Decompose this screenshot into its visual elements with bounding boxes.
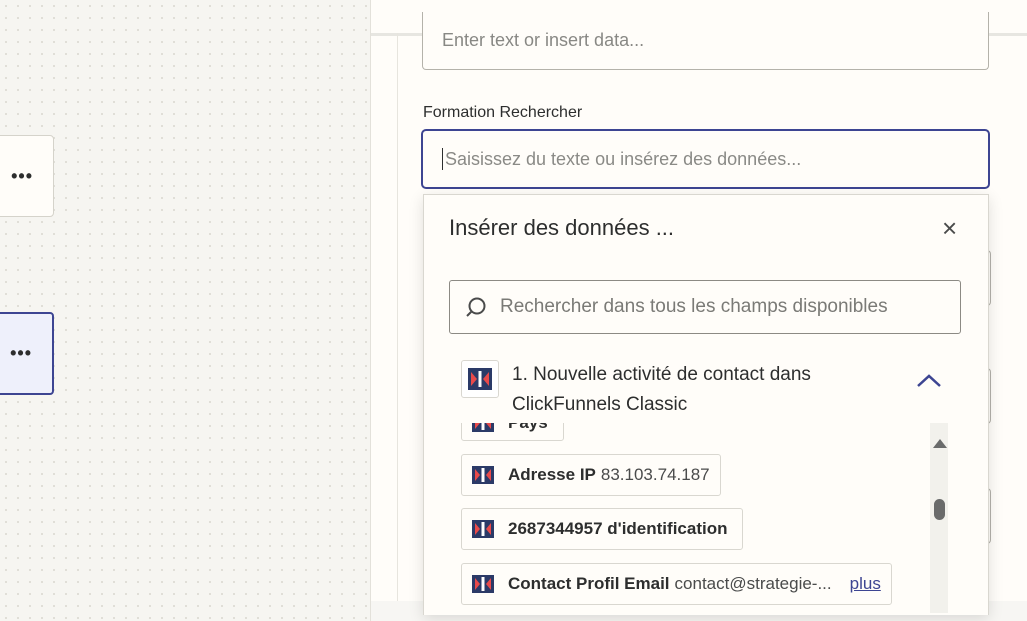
clickfunnels-logo-icon — [470, 423, 496, 434]
data-source-title: 1. Nouvelle activité de contact dans Cli… — [512, 364, 811, 415]
data-field-pill[interactable]: Contact Profil Email contact@strategie-.… — [461, 563, 892, 605]
clickfunnels-logo-icon — [470, 573, 496, 595]
data-field-pill[interactable]: 2687344957 d'identification — [461, 508, 744, 550]
search-placeholder: Rechercher dans tous les champs disponib… — [500, 296, 888, 317]
data-field-pill[interactable]: Adresse IP 83.103.74.187 — [461, 454, 721, 496]
field-key: Contact Profil Email — [508, 574, 670, 593]
list-scrollbar[interactable] — [930, 423, 948, 613]
field-value: 83.103.74.187 — [600, 465, 710, 484]
data-source-group-header[interactable]: 1. Nouvelle activité de contact dans Cli… — [461, 355, 941, 421]
more-options-icon[interactable]: ••• — [11, 166, 33, 187]
chevron-up-icon[interactable] — [915, 371, 943, 389]
field-key: Pays — [508, 423, 548, 433]
field-key: Adresse IP — [508, 465, 596, 484]
text-input-field[interactable]: Enter text or insert data... — [422, 12, 989, 70]
field-label: Formation Rechercher — [423, 104, 583, 121]
more-options-icon[interactable]: ••• — [10, 343, 32, 364]
data-field-pill[interactable]: Pays — [461, 423, 564, 441]
text-input-placeholder: Enter text or insert data... — [442, 30, 645, 50]
data-field-list: Pays Adresse IP 83.103.74.187 2687344957… — [461, 423, 931, 613]
search-icon — [466, 297, 486, 317]
workflow-step-card[interactable]: ••• — [0, 135, 54, 217]
scrollbar-thumb[interactable] — [934, 499, 945, 520]
close-icon[interactable]: × — [942, 213, 957, 244]
dropdown-title: Insérer des données ... — [449, 215, 675, 240]
text-caret — [442, 148, 443, 170]
field-value: contact@strategie-... — [674, 574, 832, 593]
clickfunnels-logo-icon — [461, 360, 499, 398]
insert-data-dropdown: Insérer des données ... × Rechercher dan… — [423, 194, 989, 615]
input-placeholder: Saisissez du texte ou insérez des donnée… — [445, 148, 802, 169]
clickfunnels-logo-icon — [470, 464, 496, 486]
workflow-step-card-selected[interactable]: ••• — [0, 312, 54, 395]
formation-rechercher-input[interactable]: Saisissez du texte ou insérez des donnée… — [421, 129, 990, 189]
workflow-canvas: ••• ••• — [0, 0, 372, 621]
more-link[interactable]: plus — [850, 574, 881, 594]
field-key: 2687344957 d'identification — [508, 519, 728, 538]
scroll-up-arrow-icon[interactable] — [933, 439, 947, 448]
clickfunnels-logo-icon — [470, 518, 496, 540]
field-search-input[interactable]: Rechercher dans tous les champs disponib… — [449, 280, 961, 334]
